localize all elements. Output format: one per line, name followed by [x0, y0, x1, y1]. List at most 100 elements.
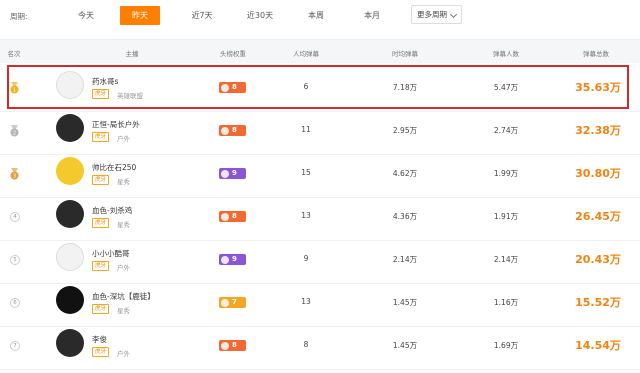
tab-last-30-days[interactable]: 近30天	[240, 6, 280, 25]
platform-tag: 虎牙	[92, 175, 110, 185]
more-periods-label: 更多周期	[417, 10, 447, 19]
header-avg-danmaku: 人均弹幕	[293, 50, 319, 58]
anchor-name[interactable]: 血色-深坑【鹿徒】	[92, 291, 155, 302]
weight-badge: 9	[219, 254, 246, 265]
table-row[interactable]: 5 小小小酷哥虎牙 户外 9 9 2.14万 2.14万 20.43万	[0, 238, 640, 284]
table-header: 名次 主播 头榜权重 人均弹幕 时均弹幕 弹幕人数 弹幕总数	[0, 39, 640, 63]
avatar[interactable]	[56, 114, 84, 142]
weight-badge-icon	[221, 341, 229, 350]
weight-badge-icon	[221, 255, 229, 264]
rank-number: 7	[10, 341, 20, 351]
danmaku-total-value: 20.43万	[575, 253, 621, 266]
danmaku-users-value: 2.74万	[493, 126, 519, 135]
platform-tag: 虎牙	[92, 218, 110, 228]
danmaku-users-value: 2.14万	[493, 255, 519, 264]
danmaku-users-value: 1.69万	[493, 341, 519, 350]
tab-yesterday[interactable]: 昨天	[120, 6, 160, 25]
category-label: 星秀	[117, 178, 130, 186]
medal-icon: 2	[10, 125, 19, 137]
category-label: 户外	[117, 135, 130, 143]
tab-this-week[interactable]: 本周	[296, 6, 336, 25]
weight-badge: 8	[219, 211, 246, 222]
header-danmaku-users: 弹幕人数	[493, 50, 519, 58]
header-rank: 名次	[7, 50, 21, 58]
period-label: 周期:	[10, 12, 28, 21]
danmaku-total-value: 32.38万	[575, 124, 621, 137]
anchor-name[interactable]: 血色-刘杀鸡	[92, 205, 132, 216]
platform-tag: 虎牙	[92, 132, 110, 142]
highlight-box	[7, 65, 629, 109]
danmaku-total-value: 26.45万	[575, 210, 621, 223]
rank-number: 6	[10, 298, 20, 308]
danmaku-users-value: 1.91万	[493, 212, 519, 221]
anchor-name[interactable]: 帅比在石250	[92, 162, 136, 173]
table-row[interactable]: 2 正恒-局长户外 虎牙 户外 8 11 2.95万 2.74万 32.38万	[0, 109, 640, 155]
rank-number: 4	[10, 212, 20, 222]
header-weight: 头榜权重	[220, 50, 246, 58]
table-row[interactable]: 7 李俊虎牙 户外 8 8 1.45万 1.69万 14.54万	[0, 324, 640, 370]
tab-this-month[interactable]: 本月	[352, 6, 392, 25]
rank-number: 2	[13, 131, 16, 137]
weight-value: 7	[232, 298, 237, 306]
hourly-danmaku-value: 1.45万	[392, 341, 418, 350]
avg-danmaku-value: 13	[301, 211, 311, 220]
table-row[interactable]: 6 血色-深坑【鹿徒】 虎牙 星秀 7 13 1.45万 1.16万 15.52万	[0, 281, 640, 327]
avatar[interactable]	[56, 243, 84, 271]
category-label: 星秀	[117, 307, 130, 315]
hourly-danmaku-value: 2.14万	[392, 255, 418, 264]
rank-number: 5	[10, 255, 20, 265]
weight-value: 8	[232, 126, 237, 134]
hourly-danmaku-value: 4.36万	[392, 212, 418, 221]
weight-badge-icon	[221, 126, 229, 135]
danmaku-users-value: 1.99万	[493, 169, 519, 178]
weight-badge: 8	[219, 340, 246, 351]
more-periods-select[interactable]: 更多周期	[411, 5, 462, 24]
weight-badge-icon	[221, 169, 229, 178]
avg-danmaku-value: 9	[303, 254, 309, 263]
table-row[interactable]: 4 血色-刘杀鸡 虎牙 星秀 8 13 4.36万 1.91万 26.45万	[0, 195, 640, 241]
category-label: 星秀	[117, 221, 130, 229]
weight-value: 8	[232, 341, 237, 349]
danmaku-total-value: 15.52万	[575, 296, 621, 309]
weight-value: 8	[232, 212, 237, 220]
weight-badge-icon	[221, 298, 229, 307]
platform-tag: 虎牙	[92, 304, 110, 314]
category-label: 户外	[117, 350, 130, 358]
table-row[interactable]: 3 帅比在石250 虎牙 星秀 9 15 4.62万 1.99万 30.80万	[0, 152, 640, 198]
weight-badge: 9	[219, 168, 246, 179]
tab-today[interactable]: 今天	[66, 6, 106, 25]
hourly-danmaku-value: 2.95万	[392, 126, 418, 135]
weight-badge: 7	[219, 297, 246, 308]
hourly-danmaku-value: 1.45万	[392, 298, 418, 307]
weight-badge: 8	[219, 125, 246, 136]
avg-danmaku-value: 11	[301, 125, 311, 134]
avatar[interactable]	[56, 286, 84, 314]
avatar[interactable]	[56, 157, 84, 185]
chevron-down-icon	[449, 10, 458, 19]
anchor-name[interactable]: 李俊	[92, 334, 107, 345]
header-hourly-danmaku: 时均弹幕	[392, 50, 418, 58]
avg-danmaku-value: 13	[301, 297, 311, 306]
hourly-danmaku-value: 4.62万	[392, 169, 418, 178]
avg-danmaku-value: 8	[303, 340, 309, 349]
medal-icon: 3	[10, 168, 19, 180]
weight-value: 9	[232, 255, 237, 263]
danmaku-total-value: 30.80万	[575, 167, 621, 180]
rank-number: 3	[13, 174, 16, 180]
anchor-name[interactable]: 正恒-局长户外	[92, 119, 140, 130]
avatar[interactable]	[56, 200, 84, 228]
avatar[interactable]	[56, 329, 84, 357]
weight-value: 9	[232, 169, 237, 177]
anchor-name[interactable]: 小小小酷哥	[92, 248, 130, 259]
danmaku-users-value: 1.16万	[493, 298, 519, 307]
avg-danmaku-value: 15	[301, 168, 311, 177]
tab-last-7-days[interactable]: 近7天	[182, 6, 222, 25]
header-anchor: 主播	[125, 50, 139, 58]
header-danmaku-total: 弹幕总数	[583, 50, 609, 58]
danmaku-total-value: 14.54万	[575, 339, 621, 352]
period-filter-bar: 周期: 今天 昨天 近7天 近30天 本周 本月 更多周期	[0, 0, 640, 32]
category-label: 户外	[117, 264, 130, 272]
weight-badge-icon	[221, 212, 229, 221]
platform-tag: 虎牙	[92, 347, 110, 357]
platform-tag: 虎牙	[92, 261, 110, 271]
